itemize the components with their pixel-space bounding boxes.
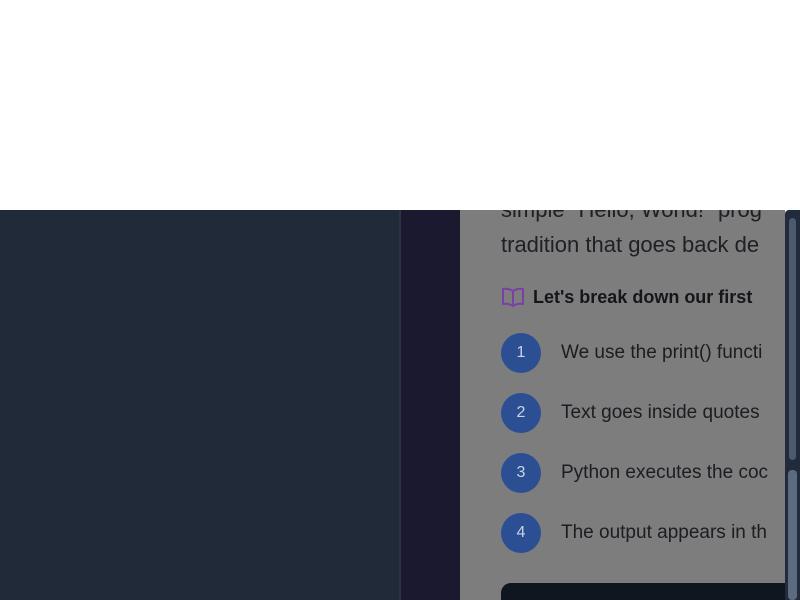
scrollbar-track-upper: [789, 218, 796, 460]
top-blank-area: [0, 0, 800, 210]
intro-text-line-2: tradition that goes back de: [501, 232, 760, 257]
step-number-badge: 2: [501, 393, 541, 433]
list-item: 3 Python executes the coc: [501, 453, 768, 493]
step-text: We use the print() functi: [561, 342, 763, 363]
list-item: 1 We use the print() functi: [501, 333, 762, 373]
lesson-content-panel: simple "Hello, World!" prog tradition th…: [460, 210, 785, 600]
step-text: Python executes the coc: [561, 462, 769, 483]
step-number-badge: 1: [501, 333, 541, 373]
editor-sidebar-panel: [0, 210, 401, 600]
breakdown-heading-text: Let's break down our first: [533, 286, 753, 307]
code-block: [501, 583, 785, 600]
breakdown-heading: Let's break down our first: [501, 286, 752, 308]
step-number-badge: 3: [501, 453, 541, 493]
step-text: Text goes inside quotes: [561, 402, 760, 423]
step-text: The output appears in th: [561, 522, 767, 543]
list-item: 4 The output appears in th: [501, 513, 767, 553]
scrollbar-thumb[interactable]: [788, 470, 797, 600]
book-open-icon: [501, 286, 525, 308]
step-number-badge: 4: [501, 513, 541, 553]
list-item: 2 Text goes inside quotes: [501, 393, 760, 433]
intro-text-line-1: simple "Hello, World!" prog: [501, 210, 762, 221]
panel-gutter: [401, 210, 460, 600]
